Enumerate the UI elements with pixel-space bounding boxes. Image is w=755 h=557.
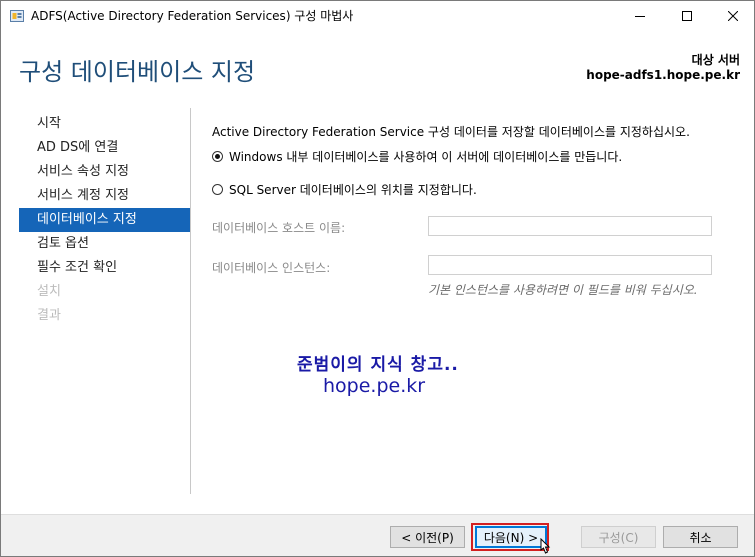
nav-item-connect-ad-ds[interactable]: AD DS에 연결: [19, 136, 190, 160]
target-server-label: 대상 서버: [691, 53, 740, 67]
previous-button[interactable]: < 이전(P): [390, 526, 465, 548]
maximize-icon: [682, 10, 692, 21]
nav-item-results: 결과: [37, 308, 61, 323]
cancel-button[interactable]: 취소: [663, 526, 738, 548]
option-windows-internal-db-label: Windows 내부 데이터베이스를 사용하여 이 서버에 데이터베이스를 만듭…: [229, 150, 623, 164]
minimize-button[interactable]: [617, 1, 663, 30]
wizard-content: 시작 AD DS에 연결 서비스 속성 지정 서비스 계정 지정 데이터베이스 …: [1, 94, 754, 514]
title-bar[interactable]: ADFS(Active Directory Federation Service…: [1, 1, 754, 30]
configure-button: 구성(C): [581, 526, 656, 548]
db-instance-hint: 기본 인스턴스를 사용하려면 이 필드를 비워 두십시오.: [428, 283, 698, 297]
wizard-nav: 시작 AD DS에 연결 서비스 속성 지정 서비스 계정 지정 데이터베이스 …: [19, 112, 190, 328]
nav-item-review-options[interactable]: 검토 옵션: [19, 232, 190, 256]
watermark-title: 준범이의 지식 창고..: [297, 355, 459, 375]
option-sql-server[interactable]: SQL Server 데이터베이스의 위치를 지정합니다.: [212, 181, 477, 198]
radio-windows-internal-db[interactable]: [212, 151, 223, 162]
target-server-name: hope-adfs1.hope.pe.kr: [586, 68, 740, 82]
wizard-window: ADFS(Active Directory Federation Service…: [0, 0, 755, 557]
db-host-label: 데이터베이스 호스트 이름:: [212, 221, 346, 235]
window-title: ADFS(Active Directory Federation Service…: [31, 9, 354, 23]
mouse-cursor-icon: [540, 538, 551, 554]
database-description: Active Directory Federation Service 구성 데…: [212, 125, 690, 139]
nav-item-database[interactable]: 데이터베이스 지정: [19, 208, 190, 232]
page-title: 구성 데이터베이스 지정: [19, 58, 256, 86]
wizard-header: 구성 데이터베이스 지정 대상 서버 hope-adfs1.hope.pe.kr: [1, 30, 754, 94]
nav-divider: [190, 108, 191, 494]
nav-item-install: 설치: [37, 284, 61, 299]
close-icon: [728, 10, 738, 21]
maximize-button[interactable]: [664, 1, 710, 30]
wizard-footer: < 이전(P) 다음(N) > 구성(C) 취소: [1, 514, 754, 556]
db-instance-label: 데이터베이스 인스턴스:: [212, 261, 331, 275]
db-instance-input[interactable]: [428, 255, 712, 275]
nav-item-prerequisites[interactable]: 필수 조건 확인: [19, 256, 190, 280]
option-sql-server-label: SQL Server 데이터베이스의 위치를 지정합니다.: [229, 183, 477, 197]
nav-item-start[interactable]: 시작: [19, 112, 190, 136]
nav-item-service-properties[interactable]: 서비스 속성 지정: [19, 160, 190, 184]
adfs-app-icon: [10, 8, 24, 22]
radio-sql-server[interactable]: [212, 184, 223, 195]
option-windows-internal-db[interactable]: Windows 내부 데이터베이스를 사용하여 이 서버에 데이터베이스를 만듭…: [212, 148, 622, 165]
nav-item-service-account[interactable]: 서비스 계정 지정: [19, 184, 190, 208]
watermark-url: hope.pe.kr: [323, 375, 426, 397]
minimize-icon: [635, 15, 645, 17]
db-host-input[interactable]: [428, 216, 712, 236]
close-button[interactable]: [710, 1, 754, 30]
